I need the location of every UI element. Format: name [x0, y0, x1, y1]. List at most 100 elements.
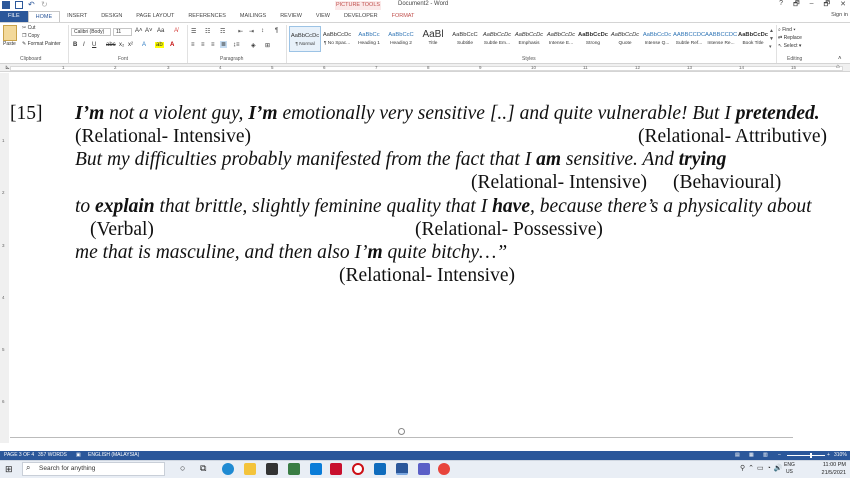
text-line[interactable]: But my difficulties probably manifested … [75, 149, 726, 171]
store-icon[interactable] [266, 463, 278, 475]
save-icon[interactable] [15, 1, 23, 9]
right-indent-marker-icon[interactable]: ⌂ [836, 64, 840, 70]
zoom-slider[interactable] [787, 455, 825, 456]
grow-font-icon[interactable]: A˄ [135, 28, 143, 34]
underline-icon[interactable]: U [92, 42, 96, 48]
borders-icon[interactable]: ⊞ [265, 42, 270, 49]
justify-icon[interactable]: ≣ [220, 41, 228, 48]
file-explorer-icon[interactable] [244, 463, 256, 475]
mail-icon[interactable] [374, 463, 386, 475]
chrome-icon[interactable] [438, 463, 450, 475]
system-tray-icons[interactable]: ⚲⌃▭◔🔊 [740, 464, 786, 472]
align-left-icon[interactable]: ≡ [191, 42, 195, 48]
proofing-icon[interactable]: ▣ [76, 451, 81, 460]
tab-home[interactable]: HOME [27, 11, 61, 22]
zoom-slider-thumb[interactable] [810, 453, 812, 458]
read-mode-icon[interactable]: ▤ [735, 451, 740, 460]
text-line[interactable]: (Relational- Intensive) [75, 126, 251, 148]
change-case-icon[interactable]: Aa [157, 28, 164, 34]
word-count[interactable]: 357 WORDS [38, 451, 67, 460]
zoom-in-icon[interactable]: + [827, 451, 830, 460]
decrease-indent-icon[interactable]: ⇤ [238, 28, 243, 35]
multilevel-list-icon[interactable]: ☶ [220, 28, 225, 35]
sign-in-link[interactable]: Sign in [831, 12, 848, 18]
tab-review[interactable]: REVIEW [273, 11, 309, 22]
style-item[interactable]: AaBbCcDc Quote [609, 26, 641, 52]
styles-scroll[interactable]: ▲ ▼ ▾ [769, 27, 774, 51]
align-center-icon[interactable]: ≡ [201, 42, 205, 48]
tab-mailings[interactable]: MAILINGS [233, 11, 273, 22]
style-item[interactable]: AaBbCcDc Strong [577, 26, 609, 52]
tab-references[interactable]: REFERENCES [181, 11, 233, 22]
find-button[interactable]: ⌕ Find ▾ [778, 26, 802, 34]
taskbar-search-input[interactable]: Search for anything [22, 462, 165, 476]
example-number[interactable]: [15] [10, 103, 43, 125]
close-icon[interactable]: ✕ [840, 0, 846, 11]
word-logo-icon[interactable] [2, 1, 10, 9]
print-layout-icon[interactable]: ▦ [749, 451, 754, 460]
numbering-icon[interactable]: ☷ [205, 28, 210, 35]
shrink-font-icon[interactable]: A˅ [145, 28, 153, 34]
text-line[interactable]: to explain that brittle, slightly femini… [75, 196, 812, 218]
task-view-icon[interactable]: ⧉ [200, 463, 206, 474]
font-color-icon[interactable]: A [170, 42, 174, 48]
cortana-icon[interactable]: ○ [180, 463, 185, 473]
redo-icon[interactable]: ↻ [41, 1, 49, 9]
select-button[interactable]: ↖ Select ▾ [778, 42, 802, 50]
italic-icon[interactable]: I [83, 42, 85, 48]
superscript-icon[interactable]: x² [128, 42, 133, 48]
subscript-icon[interactable]: x₂ [119, 42, 124, 48]
web-layout-icon[interactable]: ▥ [763, 451, 768, 460]
text-line[interactable]: me that is masculine, and then also I’m … [75, 242, 507, 264]
zoom-out-icon[interactable]: – [778, 451, 781, 460]
bold-icon[interactable]: B [73, 42, 77, 48]
clear-formatting-icon[interactable]: A̸ [174, 28, 178, 34]
cut-button[interactable]: ✂ Cut [22, 24, 35, 32]
text-line[interactable]: (Relational- Intensive) [471, 172, 647, 194]
collapse-ribbon-icon[interactable]: ˄ [838, 56, 842, 62]
edge-icon[interactable] [222, 463, 234, 475]
copy-button[interactable]: ❐ Copy [22, 32, 40, 40]
undo-icon[interactable]: ↶ [28, 1, 36, 9]
tab-view[interactable]: VIEW [309, 11, 337, 22]
tab-developer[interactable]: DEVELOPER [337, 11, 385, 22]
paste-button[interactable]: Paste [3, 40, 16, 48]
windows-start-icon[interactable]: ⊞ [5, 464, 13, 474]
tab-insert[interactable]: INSERT [60, 11, 94, 22]
bullets-icon[interactable]: ☰ [191, 28, 196, 35]
restore-icon[interactable]: 🗗 [824, 0, 831, 11]
paste-icon[interactable] [3, 25, 17, 41]
show-paragraph-marks-icon[interactable]: ¶ [275, 28, 278, 34]
text-line[interactable]: (Behavioural) [673, 172, 781, 194]
opera-icon[interactable] [352, 463, 364, 475]
text-line[interactable]: (Verbal) [90, 219, 154, 241]
style-item[interactable]: AaBbCcDc ¶ Normal [289, 26, 321, 52]
tab-format[interactable]: FORMAT [385, 11, 422, 22]
tab-file[interactable]: FILE [0, 11, 28, 22]
page-count[interactable]: PAGE 3 OF 4 [4, 451, 34, 460]
app-icon-green[interactable] [288, 463, 300, 475]
style-item[interactable]: AaBbCcDc Emphasis [513, 26, 545, 52]
style-item[interactable]: AABBCCDC Intense Re... [705, 26, 737, 52]
tab-page-layout[interactable]: PAGE LAYOUT [129, 11, 181, 22]
text-effects-icon[interactable]: A [142, 42, 146, 48]
text-line[interactable]: (Relational- Intensive) [339, 265, 515, 287]
style-item[interactable]: AaBbCcC Subtitle [449, 26, 481, 52]
style-item[interactable]: AaBbCcDc Intense E... [545, 26, 577, 52]
strikethrough-icon[interactable]: abc [106, 42, 116, 48]
style-item[interactable]: AaBbCcDc Intense Q... [641, 26, 673, 52]
style-item[interactable]: AaBbCcDc Subtle Em... [481, 26, 513, 52]
text-line[interactable]: (Relational- Possessive) [415, 219, 603, 241]
replace-button[interactable]: ⇄ Replace [778, 34, 802, 42]
text-line[interactable]: (Relational- Attributive) [638, 126, 827, 148]
style-item[interactable]: AaBbCcDc ¶ No Spac... [321, 26, 353, 52]
font-size-select[interactable]: 11 [113, 28, 132, 36]
increase-indent-icon[interactable]: ⇥ [249, 28, 254, 35]
minimize-icon[interactable]: – [810, 0, 814, 11]
style-item[interactable]: AaBbCc Heading 1 [353, 26, 385, 52]
clock[interactable]: 11:00 PM 21/5/2021 [822, 461, 846, 477]
style-item[interactable]: AaBbCcC Heading 2 [385, 26, 417, 52]
ribbon-display-icon[interactable]: 🗗 [793, 0, 800, 11]
input-language[interactable]: ENG US [784, 462, 795, 476]
sort-icon[interactable]: ↕ [261, 28, 264, 34]
